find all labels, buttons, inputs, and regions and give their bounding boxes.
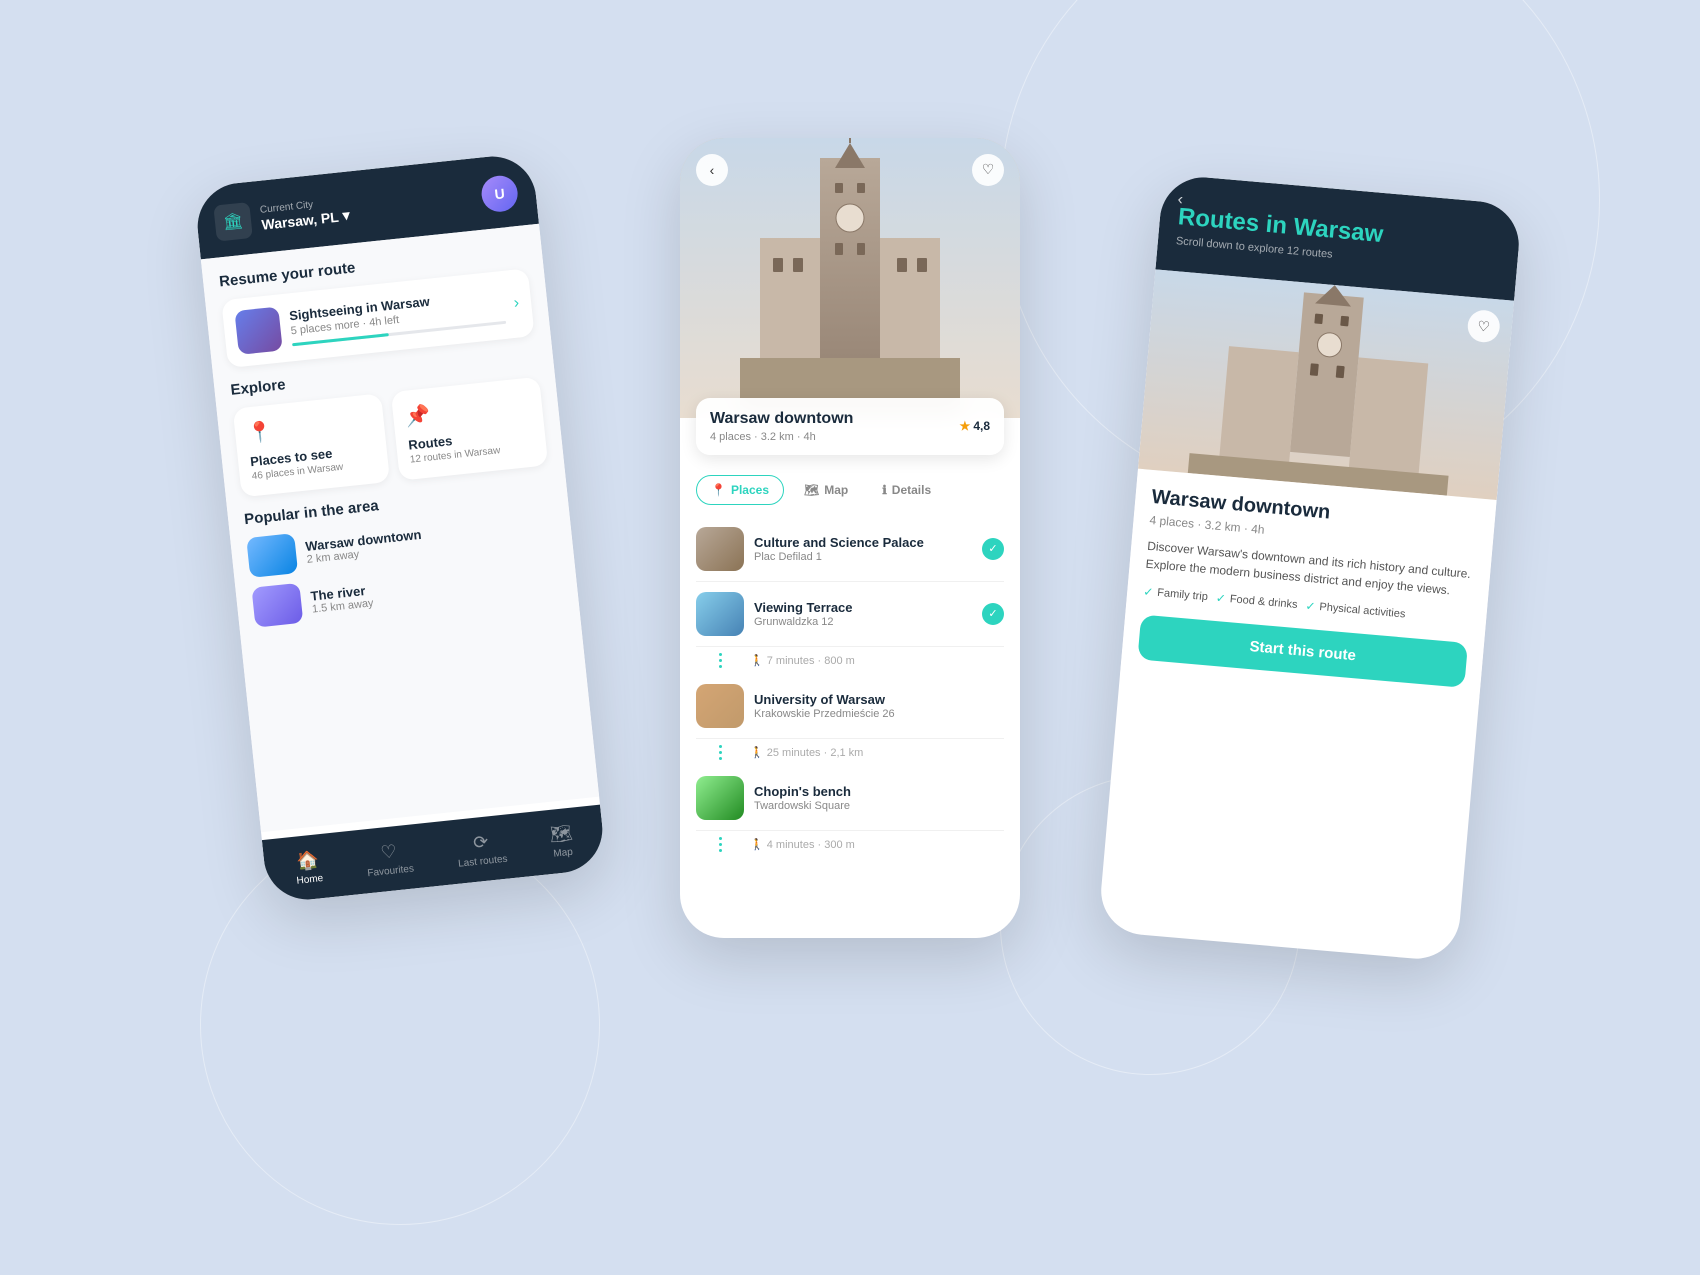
phone-middle-image: ‹ ♡	[680, 138, 1020, 418]
walk-time-2: 🚶 25 minutes · 2,1 km	[750, 746, 863, 759]
places-icon: 📍	[246, 408, 373, 446]
start-route-button[interactable]: Start this route	[1137, 614, 1468, 687]
palace-illustration	[680, 138, 1020, 418]
route-detail-image: ♡	[1138, 269, 1514, 500]
places-tab-icon: 📍	[711, 483, 726, 497]
nav-home[interactable]: 🏠 Home	[294, 848, 324, 886]
popular-thumb-2	[251, 582, 303, 627]
place-thumb-4	[696, 776, 744, 820]
details-tab-icon: ℹ	[882, 483, 887, 497]
explore-grid: 📍 Places to see 46 places in Warsaw 📌 Ro…	[233, 376, 549, 497]
nav-last-routes[interactable]: ⟳ Last routes	[455, 829, 508, 869]
explore-routes-card[interactable]: 📌 Routes 12 routes in Warsaw	[391, 376, 548, 480]
place-addr-2: Grunwaldzka 12	[754, 616, 972, 628]
star-icon: ★	[960, 419, 971, 433]
location-name: Warsaw downtown	[710, 410, 990, 428]
walk-divider-3: 🚶 4 minutes · 300 m	[696, 831, 1004, 858]
place-item-3[interactable]: University of Warsaw Krakowskie Przedmie…	[696, 674, 1004, 739]
tab-places[interactable]: 📍 Places	[696, 475, 784, 505]
favourite-button-middle[interactable]: ♡	[972, 154, 1004, 186]
phone-left-body: Resume your route Sightseeing in Warsaw …	[201, 223, 599, 831]
place-info-4: Chopin's bench Twardowski Square	[754, 784, 1004, 812]
popular-thumb-1	[246, 533, 298, 578]
back-button-middle[interactable]: ‹	[696, 154, 728, 186]
routes-icon: ⟳	[472, 831, 489, 853]
place-item-1[interactable]: Culture and Science Palace Plac Defilad …	[696, 517, 1004, 582]
map-tab-icon: 🗺	[804, 483, 819, 497]
tag-check-icon-2: ✓	[1215, 590, 1226, 605]
walk-time-1: 🚶 7 minutes · 800 m	[750, 654, 855, 667]
check-icon-1: ✓	[982, 538, 1004, 560]
tab-map[interactable]: 🗺 Map	[790, 476, 862, 504]
phone-left: 🏛 Current City Warsaw, PL ▾ U Resume you…	[193, 152, 606, 904]
phone-middle: ‹ ♡ Warsaw downtown 4 places · 3.2 km · …	[680, 138, 1020, 938]
place-item-2[interactable]: Viewing Terrace Grunwaldzka 12 ✓	[696, 582, 1004, 647]
place-info-2: Viewing Terrace Grunwaldzka 12	[754, 600, 972, 628]
place-info-1: Culture and Science Palace Plac Defilad …	[754, 535, 972, 563]
nav-favourites[interactable]: ♡ Favourites	[364, 839, 414, 879]
home-icon: 🏠	[296, 848, 320, 871]
walk-dots-3	[696, 837, 744, 852]
place-thumb-1	[696, 527, 744, 571]
place-addr-1: Plac Defilad 1	[754, 551, 972, 563]
route-info: Sightseeing in Warsaw 5 places more · 4h…	[288, 286, 505, 346]
place-name-3: University of Warsaw	[754, 692, 1004, 707]
tab-details[interactable]: ℹ Details	[868, 476, 945, 504]
places-list: Culture and Science Palace Plac Defilad …	[680, 517, 1020, 858]
route-palace-illustration	[1138, 269, 1514, 500]
place-info-3: University of Warsaw Krakowskie Przedmie…	[754, 692, 1004, 720]
place-name-2: Viewing Terrace	[754, 600, 972, 615]
walk-time-3: 🚶 4 minutes · 300 m	[750, 838, 855, 851]
avatar[interactable]: U	[480, 173, 520, 213]
location-card: Warsaw downtown 4 places · 3.2 km · 4h ★…	[696, 398, 1004, 455]
tag-check-icon-1: ✓	[1143, 584, 1154, 599]
place-thumb-2	[696, 592, 744, 636]
place-item-4[interactable]: Chopin's bench Twardowski Square	[696, 766, 1004, 831]
location-meta: 4 places · 3.2 km · 4h	[710, 431, 990, 443]
route-chevron-icon[interactable]: ›	[513, 294, 520, 312]
route-detail-card: Warsaw downtown 4 places · 3.2 km · 4h D…	[1120, 468, 1497, 705]
check-icon-2: ✓	[982, 603, 1004, 625]
phone-right: ‹ Routes in Warsaw Scroll down to explor…	[1098, 173, 1523, 961]
rating: ★ 4,8	[960, 419, 990, 433]
nav-map[interactable]: 🗺 Map	[549, 822, 575, 859]
tag-food: ✓ Food & drinks	[1215, 590, 1298, 611]
place-addr-3: Krakowskie Przedmieście 26	[754, 708, 1004, 720]
place-thumb-3	[696, 684, 744, 728]
tag-physical: ✓ Physical activities	[1305, 598, 1406, 621]
heart-icon: ♡	[380, 840, 398, 863]
city-icon: 🏛	[213, 201, 253, 241]
phones-container: 🏛 Current City Warsaw, PL ▾ U Resume you…	[150, 88, 1550, 1188]
walk-dots-1	[696, 653, 744, 668]
route-thumb	[234, 306, 282, 354]
walk-divider-1: 🚶 7 minutes · 800 m	[696, 647, 1004, 674]
tabs-row: 📍 Places 🗺 Map ℹ Details	[680, 475, 1020, 517]
map-icon: 🗺	[549, 822, 574, 845]
location-info: 🏛 Current City Warsaw, PL ▾	[213, 191, 351, 241]
tag-check-icon-3: ✓	[1305, 598, 1316, 613]
routes-icon: 📌	[404, 391, 531, 429]
explore-places-card[interactable]: 📍 Places to see 46 places in Warsaw	[233, 393, 390, 497]
walk-dots-2	[696, 745, 744, 760]
popular-list: Warsaw downtown 2 km away The river 1.5 …	[246, 505, 562, 627]
tag-family: ✓ Family trip	[1143, 584, 1209, 604]
place-name-1: Culture and Science Palace	[754, 535, 972, 550]
place-addr-4: Twardowski Square	[754, 800, 1004, 812]
walk-divider-2: 🚶 25 minutes · 2,1 km	[696, 739, 1004, 766]
place-name-4: Chopin's bench	[754, 784, 1004, 799]
